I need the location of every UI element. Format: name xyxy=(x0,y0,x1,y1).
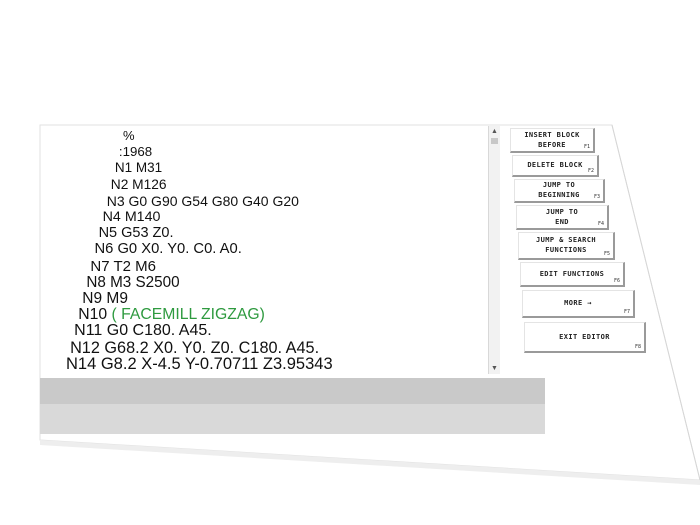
program-line[interactable]: N14 G8.2 X-4.5 Y-0.70711 Z3.95343 xyxy=(66,355,333,374)
function-key-label: EDIT FUNCTIONS xyxy=(539,269,605,278)
function-key-f3[interactable]: JUMP TO BEGINNING F3 xyxy=(514,179,605,203)
program-line-text: N10 xyxy=(78,306,112,324)
scroll-down-arrow-icon[interactable]: ▼ xyxy=(490,364,499,373)
scroll-up-arrow-icon[interactable]: ▲ xyxy=(490,127,499,136)
function-key-number: F4 xyxy=(597,221,604,227)
function-key-label: JUMP TO xyxy=(542,181,576,189)
program-line-text: N14 G8.2 X-4.5 Y-0.70711 Z3.95343 xyxy=(66,354,333,373)
program-line-text: N6 G0 X0. Y0. C0. A0. xyxy=(94,241,242,258)
function-key-label: BEGINNING xyxy=(538,191,580,199)
program-line-text: N9 M9 xyxy=(82,290,128,307)
program-line[interactable]: % xyxy=(123,128,135,143)
status-bar-lower xyxy=(40,404,545,434)
function-key-label: INSERT BLOCK xyxy=(524,130,580,139)
program-line-text: N5 G53 Z0. xyxy=(98,225,174,242)
function-key-label: JUMP & SEARCH xyxy=(536,236,596,244)
function-key-label: DELETE BLOCK xyxy=(527,161,583,169)
program-line-text: % xyxy=(123,128,135,143)
function-key-number: F2 xyxy=(587,168,594,174)
function-key-label: EXIT EDITOR xyxy=(559,332,610,341)
program-line-text: N11 G0 C180. A45. xyxy=(74,322,212,340)
status-bar-upper xyxy=(40,378,545,404)
program-line-text: N4 M140 xyxy=(102,209,161,225)
program-line-text: :1968 xyxy=(118,144,153,160)
function-key-number: F8 xyxy=(634,344,641,350)
program-line-text: N8 M3 S2500 xyxy=(86,273,180,291)
program-line-text: N7 T2 M6 xyxy=(90,257,157,275)
program-line[interactable]: N3 G0 G90 G54 G80 G40 G20 xyxy=(107,193,299,209)
function-key-number: F7 xyxy=(623,309,630,315)
function-key-number: F6 xyxy=(613,278,620,284)
program-line[interactable]: N2 M126 xyxy=(111,177,167,192)
scroll-thumb[interactable] xyxy=(491,138,498,144)
program-line[interactable]: N7 T2 M6 xyxy=(90,258,156,275)
function-key-f1[interactable]: INSERT BLOCK BEFORE F1 xyxy=(510,128,595,153)
editor-scrollbar[interactable]: ▲ ▼ xyxy=(488,126,500,374)
program-editor[interactable]: %:1968 N1 M31 N2 M126 N3 G0 G90 G54 G80 G40… xyxy=(62,126,499,376)
program-line[interactable]: :1968 xyxy=(119,144,152,159)
function-key-label: MORE → xyxy=(564,299,592,307)
program-line-text: N3 G0 G90 G54 G80 G40 G20 xyxy=(106,192,299,209)
function-key-label: END xyxy=(555,217,569,226)
program-line[interactable]: N4 M140 xyxy=(103,209,161,225)
program-line[interactable]: N1 M31 xyxy=(115,160,162,175)
function-key-label: JUMP TO xyxy=(545,207,579,216)
program-line[interactable]: N5 G53 Z0. xyxy=(99,225,174,241)
function-key-f5[interactable]: JUMP & SEARCH FUNCTIONS F5 xyxy=(518,232,615,260)
function-key-number: F5 xyxy=(603,251,610,257)
program-line[interactable]: N8 M3 S2500 xyxy=(86,274,179,291)
program-line-text: N2 M126 xyxy=(110,176,167,192)
function-key-label: BEFORE xyxy=(538,140,566,149)
function-key-f7[interactable]: MORE → F7 xyxy=(522,290,635,318)
program-line[interactable]: N6 G0 X0. Y0. C0. A0. xyxy=(95,241,242,257)
function-key-f8[interactable]: EXIT EDITOR F8 xyxy=(524,322,646,353)
function-key-f2[interactable]: DELETE BLOCK F2 xyxy=(512,155,599,177)
program-line-text: N1 M31 xyxy=(114,160,163,176)
function-key-number: F3 xyxy=(593,194,600,200)
function-key-label: FUNCTIONS xyxy=(545,246,587,254)
editor-screen: %:1968 N1 M31 N2 M126 N3 G0 G90 G54 G80 G40… xyxy=(0,0,700,525)
function-key-number: F1 xyxy=(583,144,590,150)
function-key-f4[interactable]: JUMP TO END F4 xyxy=(516,205,609,230)
program-comment: ( FACEMILL ZIGZAG) xyxy=(111,306,265,324)
function-key-f6[interactable]: EDIT FUNCTIONS F6 xyxy=(520,262,625,287)
